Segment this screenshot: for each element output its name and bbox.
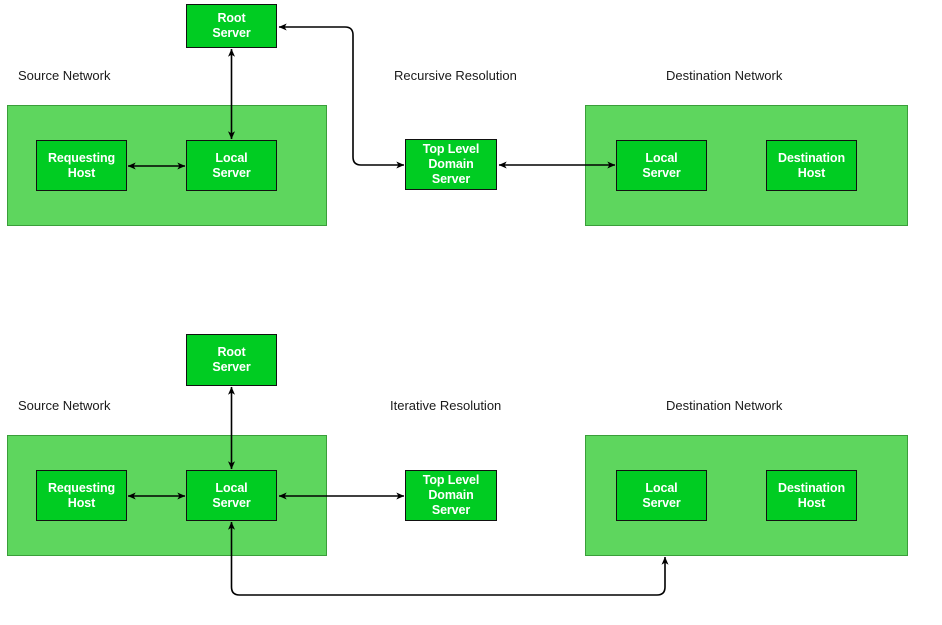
iterative-source-local-server-node[interactable]: Local Server (186, 470, 277, 521)
iterative-source-network-label: Source Network (18, 398, 111, 413)
iterative-tld-server-node[interactable]: Top Level Domain Server (405, 470, 497, 521)
recursive-source-local-server-node[interactable]: Local Server (186, 140, 277, 191)
iterative-root-server-node[interactable]: Root Server (186, 334, 277, 386)
recursive-destination-network-label: Destination Network (666, 68, 783, 83)
recursive-tld-server-node[interactable]: Top Level Domain Server (405, 139, 497, 190)
iterative-destination-local-server-node[interactable]: Local Server (616, 470, 707, 521)
iterative-destination-network-label: Destination Network (666, 398, 783, 413)
iterative-destination-host-node[interactable]: Destination Host (766, 470, 857, 521)
recursive-source-network-label: Source Network (18, 68, 111, 83)
recursive-requesting-host-node[interactable]: Requesting Host (36, 140, 127, 191)
dns-resolution-diagram: Source Network Recursive Resolution Dest… (0, 0, 942, 625)
recursive-destination-host-node[interactable]: Destination Host (766, 140, 857, 191)
recursive-root-server-node[interactable]: Root Server (186, 4, 277, 48)
iterative-resolution-label: Iterative Resolution (390, 398, 502, 413)
recursive-destination-local-server-node[interactable]: Local Server (616, 140, 707, 191)
recursive-resolution-label: Recursive Resolution (394, 68, 517, 83)
iterative-requesting-host-node[interactable]: Requesting Host (36, 470, 127, 521)
